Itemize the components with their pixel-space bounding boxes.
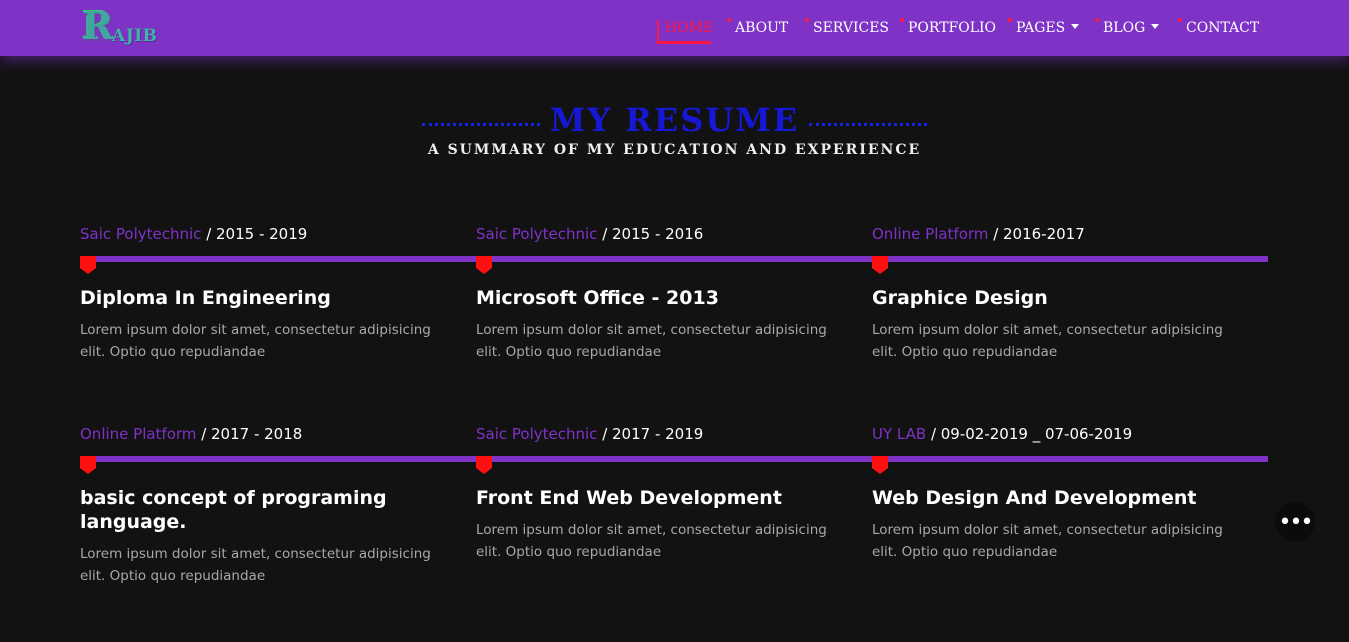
- more-dots-icon: •••: [1278, 509, 1314, 535]
- item-title: Microsoft Office - 2013: [476, 287, 719, 309]
- item-meta: Saic Polytechnic / 2015 - 2016: [476, 224, 856, 244]
- marker-icon: [80, 256, 96, 274]
- nav-about-label: ABOUT: [735, 20, 789, 36]
- top-navbar: R AJIB HOME ABOUT SERVICES PORTFOLIO PAG…: [0, 0, 1349, 56]
- nav-contact-label: CONTACT: [1186, 20, 1260, 36]
- caret-down-icon: [1151, 23, 1160, 29]
- marker-icon: [80, 456, 96, 474]
- item-period: / 2015 - 2016: [597, 225, 704, 243]
- dot-icon: [805, 18, 809, 22]
- item-place: UY LAB: [872, 425, 927, 443]
- timeline-line-1: [80, 256, 1268, 262]
- marker-icon: [476, 456, 492, 474]
- item-meta: Saic Polytechnic / 2017 - 2019: [476, 424, 856, 444]
- more-options-button[interactable]: •••: [1275, 502, 1315, 542]
- item-place: Saic Polytechnic: [476, 225, 598, 243]
- item-title: Front End Web Development: [476, 487, 782, 509]
- dot-icon: [1095, 18, 1099, 22]
- section-title: MY RESUME: [549, 101, 800, 139]
- nav-pages[interactable]: PAGES: [1008, 18, 1080, 42]
- nav-about[interactable]: ABOUT: [727, 18, 788, 42]
- nav-contact[interactable]: CONTACT: [1178, 18, 1259, 42]
- item-description: Lorem ipsum dolor sit amet, consectetur …: [872, 522, 1223, 560]
- nav-services-label: SERVICES: [813, 20, 890, 36]
- active-indicator: [657, 20, 711, 44]
- timeline-line-2: [80, 456, 1268, 462]
- item-description: Lorem ipsum dolor sit amet, consectetur …: [476, 322, 827, 360]
- item-description: Lorem ipsum dolor sit amet, consectetur …: [872, 322, 1223, 360]
- logo-letter: R: [82, 3, 114, 48]
- marker-icon: [872, 456, 888, 474]
- nav-portfolio[interactable]: PORTFOLIO: [900, 18, 996, 42]
- item-place: Saic Polytechnic: [80, 225, 202, 243]
- title-row: MY RESUME: [0, 98, 1349, 142]
- item-period: / 2017 - 2018: [196, 425, 303, 443]
- dot-icon: [1008, 18, 1012, 22]
- dot-icon: [900, 18, 904, 22]
- item-title: basic concept of programing language.: [80, 487, 387, 533]
- item-meta: Online Platform / 2017 - 2018: [80, 424, 460, 444]
- nav-blog-label: BLOG: [1103, 20, 1146, 36]
- resume-item: Saic Polytechnic / 2017 - 2019 Front End…: [476, 424, 856, 560]
- caret-down-icon: [1071, 23, 1080, 29]
- section-subtitle: A summary of my education and experience: [427, 142, 922, 158]
- title-dots-left: [421, 122, 540, 126]
- item-place: Online Platform: [80, 425, 197, 443]
- item-meta: UY LAB / 09-02-2019 _ 07-06-2019: [872, 424, 1252, 444]
- item-title: Web Design And Development: [872, 487, 1197, 509]
- title-dots-right: [809, 122, 928, 126]
- resume-item: Saic Polytechnic / 2015 - 2019 Diploma I…: [80, 224, 460, 360]
- nav-portfolio-label: PORTFOLIO: [908, 20, 997, 36]
- item-period: / 2017 - 2019: [597, 425, 704, 443]
- item-title: Graphice Design: [872, 287, 1048, 309]
- marker-icon: [872, 256, 888, 274]
- item-description: Lorem ipsum dolor sit amet, consectetur …: [80, 546, 431, 584]
- resume-item: Online Platform / 2017 - 2018 basic conc…: [80, 424, 460, 584]
- dot-icon: [727, 18, 731, 22]
- item-meta: Online Platform / 2016-2017: [872, 224, 1252, 244]
- item-title: Diploma In Engineering: [80, 287, 331, 309]
- nav-blog[interactable]: BLOG: [1095, 18, 1160, 42]
- resume-item: Saic Polytechnic / 2015 - 2016 Microsoft…: [476, 224, 856, 360]
- site-logo[interactable]: R AJIB: [82, 4, 182, 50]
- item-period: / 09-02-2019 _ 07-06-2019: [926, 425, 1133, 443]
- resume-header: MY RESUME A summary of my education and …: [0, 98, 1349, 158]
- item-place: Saic Polytechnic: [476, 425, 598, 443]
- item-period: / 2016-2017: [988, 225, 1085, 243]
- item-period: / 2015 - 2019: [201, 225, 308, 243]
- logo-text: AJIB: [112, 26, 158, 46]
- dot-icon: [1178, 18, 1182, 22]
- resume-item: Online Platform / 2016-2017 Graphice Des…: [872, 224, 1252, 360]
- nav-services[interactable]: SERVICES: [805, 18, 889, 42]
- marker-icon: [476, 256, 492, 274]
- item-description: Lorem ipsum dolor sit amet, consectetur …: [476, 522, 827, 560]
- item-place: Online Platform: [872, 225, 989, 243]
- resume-item: UY LAB / 09-02-2019 _ 07-06-2019 Web Des…: [872, 424, 1252, 560]
- nav-home[interactable]: HOME: [657, 18, 713, 44]
- item-meta: Saic Polytechnic / 2015 - 2019: [80, 224, 460, 244]
- nav-pages-label: PAGES: [1016, 20, 1066, 36]
- item-description: Lorem ipsum dolor sit amet, consectetur …: [80, 322, 431, 360]
